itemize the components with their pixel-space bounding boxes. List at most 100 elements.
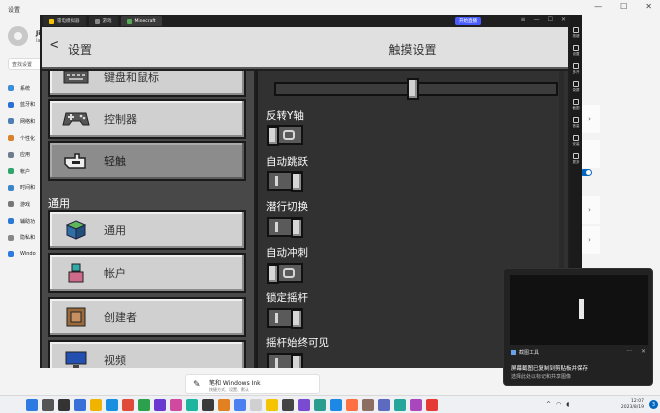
edge-icon[interactable]	[106, 399, 118, 411]
nav-item-windows-update[interactable]: Windo	[8, 246, 36, 263]
apps-icon	[8, 151, 14, 158]
category-general[interactable]: 通用	[48, 210, 246, 250]
nav-item-personalization[interactable]: 个性化	[8, 130, 36, 147]
slider-thumb[interactable]	[407, 78, 419, 100]
nav-item-system[interactable]: 系统	[8, 80, 36, 97]
invert-y-label: 反转Y轴	[266, 110, 304, 122]
nav-item-accessibility[interactable]: 辅助功	[8, 213, 36, 230]
menu-icon[interactable]: ≡	[521, 16, 526, 23]
section-general-heading: 通用	[48, 197, 70, 210]
app-icon[interactable]	[346, 399, 358, 411]
nav-item-bluetooth[interactable]: 蓝牙和	[8, 97, 36, 114]
account-icon	[62, 261, 90, 285]
close-icon[interactable]: ✕	[561, 16, 566, 23]
sensitivity-slider[interactable]	[274, 78, 558, 100]
joystick-visible-toggle[interactable]	[267, 353, 303, 368]
app-icon[interactable]	[378, 399, 390, 411]
app-icon[interactable]	[218, 399, 230, 411]
invert-y-toggle[interactable]	[267, 125, 303, 146]
chevron-up-icon[interactable]: ^	[546, 401, 551, 408]
app-icon[interactable]	[234, 399, 246, 411]
nav-item-apps[interactable]: 应用	[8, 146, 36, 163]
auto-jump-toggle[interactable]	[267, 171, 303, 192]
explorer-icon[interactable]	[90, 399, 102, 411]
tool-record[interactable]: 录屏	[573, 81, 580, 93]
tab-minecraft[interactable]: Minecraft	[120, 16, 162, 26]
multi-instance-icon	[573, 63, 579, 69]
tool-volume[interactable]: 音量	[573, 117, 580, 129]
notification-badge[interactable]: 3	[649, 400, 658, 409]
nav-item-network[interactable]: 网络和	[8, 113, 36, 130]
app-icon[interactable]	[314, 399, 326, 411]
snipping-tool-icon	[511, 350, 516, 355]
app-icon[interactable]	[394, 399, 406, 411]
tool-keymap[interactable]: 按键	[573, 27, 580, 39]
auto-sprint-toggle[interactable]	[267, 263, 303, 284]
minecraft-icon	[126, 18, 132, 24]
more-options-icon[interactable]: ···	[626, 348, 632, 355]
category-account[interactable]: 帐户	[48, 253, 246, 293]
auto-jump-label: 自动跳跃	[266, 156, 308, 168]
emulator-icon[interactable]	[266, 399, 278, 411]
hand-touch-icon	[62, 149, 90, 173]
tab-games[interactable]: 游戏	[88, 16, 118, 26]
app-icon[interactable]	[298, 399, 310, 411]
lock-joystick-toggle[interactable]	[267, 308, 303, 329]
app-icon[interactable]	[250, 399, 262, 411]
app-icon[interactable]	[170, 399, 182, 411]
app-icon[interactable]	[362, 399, 374, 411]
ink-suggestion[interactable]: ✎ 笔和 Windows Ink 快捷方式、设置、默认	[185, 374, 320, 394]
record-button[interactable]: 开始直播	[455, 17, 481, 25]
category-touch[interactable]: 轻触	[48, 141, 246, 181]
taskbar: ^ ◠ ◖ 12:07 2023/8/19 3	[0, 395, 660, 413]
app-icon[interactable]	[202, 399, 214, 411]
app-icon[interactable]	[138, 399, 150, 411]
nav-item-privacy[interactable]: 隐私和	[8, 229, 36, 246]
steam-icon[interactable]	[282, 399, 294, 411]
nav-item-accounts[interactable]: 帐户	[8, 163, 36, 180]
app-icon[interactable]	[426, 399, 438, 411]
close-icon[interactable]: ✕	[641, 348, 646, 355]
tool-screenshot[interactable]: 截图	[573, 99, 580, 111]
creator-icon	[62, 305, 90, 329]
tool-install[interactable]: 安装	[573, 135, 580, 147]
avatar[interactable]	[8, 26, 28, 46]
minimize-icon[interactable]: —	[534, 16, 540, 23]
page-title: 触摸设置	[388, 43, 437, 57]
maximize-icon[interactable]: ☐	[620, 2, 627, 11]
snipping-toast[interactable]: 截图工具 ··· ✕ 屏幕截图已复制到剪贴板并保存 选择此处以标记和共享图像	[503, 268, 653, 386]
window-controls: — ☐ ✕	[594, 2, 652, 11]
clock[interactable]: 12:07 2023/8/19	[621, 399, 644, 411]
close-icon[interactable]: ✕	[645, 2, 652, 11]
category-keyboard-mouse[interactable]: 键盘和鼠标	[48, 71, 246, 97]
app-icon[interactable]	[186, 399, 198, 411]
app-icon[interactable]	[122, 399, 134, 411]
update-icon	[8, 251, 14, 258]
settings-nav: 系统 蓝牙和 网络和 个性化 应用 帐户 时间和 游戏 辅助功 隐私和 Wind…	[8, 80, 36, 263]
search-icon[interactable]	[42, 399, 54, 411]
wifi-icon[interactable]: ◠	[556, 401, 561, 408]
tool-multi[interactable]: 多开	[573, 63, 580, 75]
volume-icon[interactable]: ◖	[566, 401, 569, 408]
category-controller[interactable]: 控制器	[48, 99, 246, 139]
nav-item-time[interactable]: 时间和	[8, 180, 36, 197]
search-input[interactable]: 查找设置	[8, 58, 44, 70]
maximize-icon[interactable]: ☐	[548, 16, 553, 23]
minimize-icon[interactable]: —	[594, 2, 602, 11]
sneak-toggle-switch[interactable]	[267, 217, 303, 238]
start-icon[interactable]	[26, 399, 38, 411]
task-view-icon[interactable]	[58, 399, 70, 411]
nav-item-gaming[interactable]: 游戏	[8, 196, 36, 213]
category-creator[interactable]: 创建者	[48, 297, 246, 337]
category-video[interactable]: 视频	[48, 340, 246, 368]
screenshot-preview[interactable]	[510, 275, 648, 345]
app-icon[interactable]	[410, 399, 422, 411]
ink-subtitle: 快捷方式、设置、默认	[209, 387, 249, 392]
tool-more[interactable]: 更多	[573, 153, 580, 165]
widgets-icon[interactable]	[74, 399, 86, 411]
emulator-icon	[49, 18, 54, 24]
tool-settings[interactable]: 设置	[573, 45, 580, 57]
app-icon[interactable]	[330, 399, 342, 411]
tab-emulator[interactable]: 雷电模拟器	[43, 16, 86, 26]
app-icon[interactable]	[154, 399, 166, 411]
